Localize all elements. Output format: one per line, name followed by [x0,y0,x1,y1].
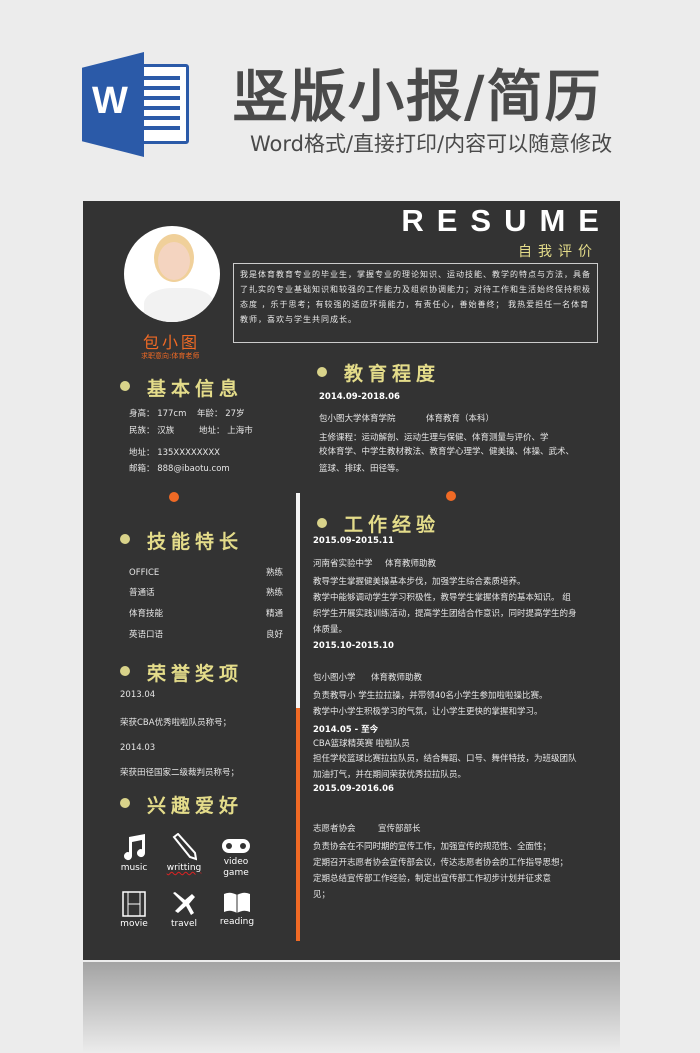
resume-title: RESUME [401,203,612,238]
email: 邮箱： 888@ibaotu.com [129,464,230,474]
major: 体育教育（本科） [426,414,495,424]
skill-name: 普通话 [129,588,155,598]
bullet-icon [120,798,130,808]
school: 包小图大学体育学院 [319,414,396,424]
job-desc-line: 定期召开志愿者协会宣传部会议，传达志愿者协会的工作指导思想； [313,858,569,868]
courses-line: 主修课程：运动解剖、运动生理与保健、体育测量与评价、学 [319,433,549,443]
job-desc-line: 担任学校篮球比赛拉拉队员，结合舞蹈、口号、舞伴特技，为班级团队 [313,754,577,764]
honor-text: 荣获CBA优秀啦啦队员称号； [120,718,232,728]
skill-name: 英语口语 [129,630,164,640]
job-desc-line: 教学中能够调动学生学习积极性，教导学生掌握体育的基本知识。 组 [313,593,571,603]
divider-dot [446,491,456,501]
job-date: 2014.05 - 至今 [313,725,379,735]
skill-level: 熟练 [266,568,284,578]
honors-heading: 荣誉奖项 [147,663,244,685]
book-icon [224,892,250,913]
job-desc-line: 定期总结宣传部工作经验，制定出宣传部工作初步计划并征求意 [313,874,552,884]
basic-info-heading: 基本信息 [147,378,244,400]
music-icon [124,834,146,861]
job-date: 2015.09-2016.06 [313,784,394,794]
job-desc-line: 加油打气，并在期间荣获优秀拉拉队员。 [313,770,467,780]
job-intent: 求职意向:体育老师 [141,352,200,360]
job-org: 包小图小学 [313,673,356,683]
job-role: 体育教师助教 [371,673,423,683]
skills-heading: 技能特长 [147,531,244,553]
bullet-icon [317,518,327,528]
skill-level: 精通 [266,609,284,619]
hobbies-heading: 兴趣爱好 [147,795,244,817]
timeline-line [296,493,300,941]
courses-line: 篮球、排球、田径等。 [319,464,405,474]
resume-panel: RESUME 自我评价 我是体育教育专业的毕业生，掌握专业的理论知识、运动技能、… [83,201,620,960]
job-role: 宣传部部长 [378,824,421,834]
candidate-name: 包小图 [143,333,201,352]
job-role: 体育教师助教 [385,559,437,569]
job-desc-line: 教导学生掌握健美操基本步伐，加强学生综合素质培养。 [313,577,526,587]
job-date: 2015.09-2015.11 [313,536,394,546]
job-desc-line: 负责教导小 学生拉拉操，并带领40名小学生参加啦啦操比赛。 [313,691,548,701]
hobby-reading: reading [212,891,262,927]
divider-dot [169,492,179,502]
airplane-icon [173,892,195,915]
education-date: 2014.09-2018.06 [319,392,400,402]
phone: 地址： 135XXXXXXXX [129,448,221,458]
job-desc-line: 体质量。 [313,625,348,635]
hobby-video-game: video game [211,837,261,879]
page-subtitle: Word格式/直接打印/内容可以随意修改 [250,132,613,156]
hobby-movie: movie [109,891,159,929]
film-icon [122,891,146,917]
location: 地址： 上海市 [199,426,253,436]
job-date: 2015.10-2015.10 [313,641,394,651]
hobby-music: music [109,833,159,873]
job-desc-line: 织学生开展实践训练活动，提高学生团结合作意识，同时提高学生的身 [313,609,577,619]
skill-level: 良好 [266,630,284,640]
job-desc-line: 负责协会在不同时期的宣传工作，加强宣传的规范性、全面性； [313,842,552,852]
courses-line: 校体育学、中学生教材教法、教育学心理学、健美操、体操、武术、 [319,447,575,457]
honor-date: 2014.03 [120,743,156,753]
skill-name: OFFICE [129,568,160,578]
reflection [83,962,620,1053]
page-title: 竖版小报/简历 [232,65,603,130]
bullet-icon [120,381,130,391]
age: 年龄： 27岁 [197,409,245,419]
job-desc-line: 见； [313,890,331,900]
pencil-icon [172,833,197,861]
hobby-writing: writting [159,833,209,873]
avatar [124,226,220,322]
work-heading: 工作经验 [344,514,441,536]
bullet-icon [120,666,130,676]
bullet-icon [120,534,130,544]
gamepad-icon [222,839,250,853]
skill-level: 熟练 [266,588,284,598]
honor-text: 荣获田径国家二级裁判员称号； [120,768,240,778]
job-org: CBA篮球精英赛 啦啦队员 [313,739,410,749]
self-eval-heading: 自我评价 [518,244,598,260]
word-logo: W [82,52,192,157]
bullet-icon [317,367,327,377]
job-desc-line: 教学中小学生积极学习的气氛，让小学生更快的掌握和学习。 [313,707,543,717]
height: 身高： 177cm [129,409,187,419]
honor-date: 2013.04 [120,690,156,700]
hobby-travel: travel [159,891,209,929]
job-org: 志愿者协会 [313,824,356,834]
ethnicity: 民族： 汉族 [129,426,175,436]
self-eval-text: 我是体育教育专业的毕业生，掌握专业的理论知识、运动技能、教学的特点与方法，具备了… [233,263,598,343]
skill-name: 体育技能 [129,609,164,619]
job-org: 河南省实验中学 [313,559,373,569]
education-heading: 教育程度 [344,363,441,385]
